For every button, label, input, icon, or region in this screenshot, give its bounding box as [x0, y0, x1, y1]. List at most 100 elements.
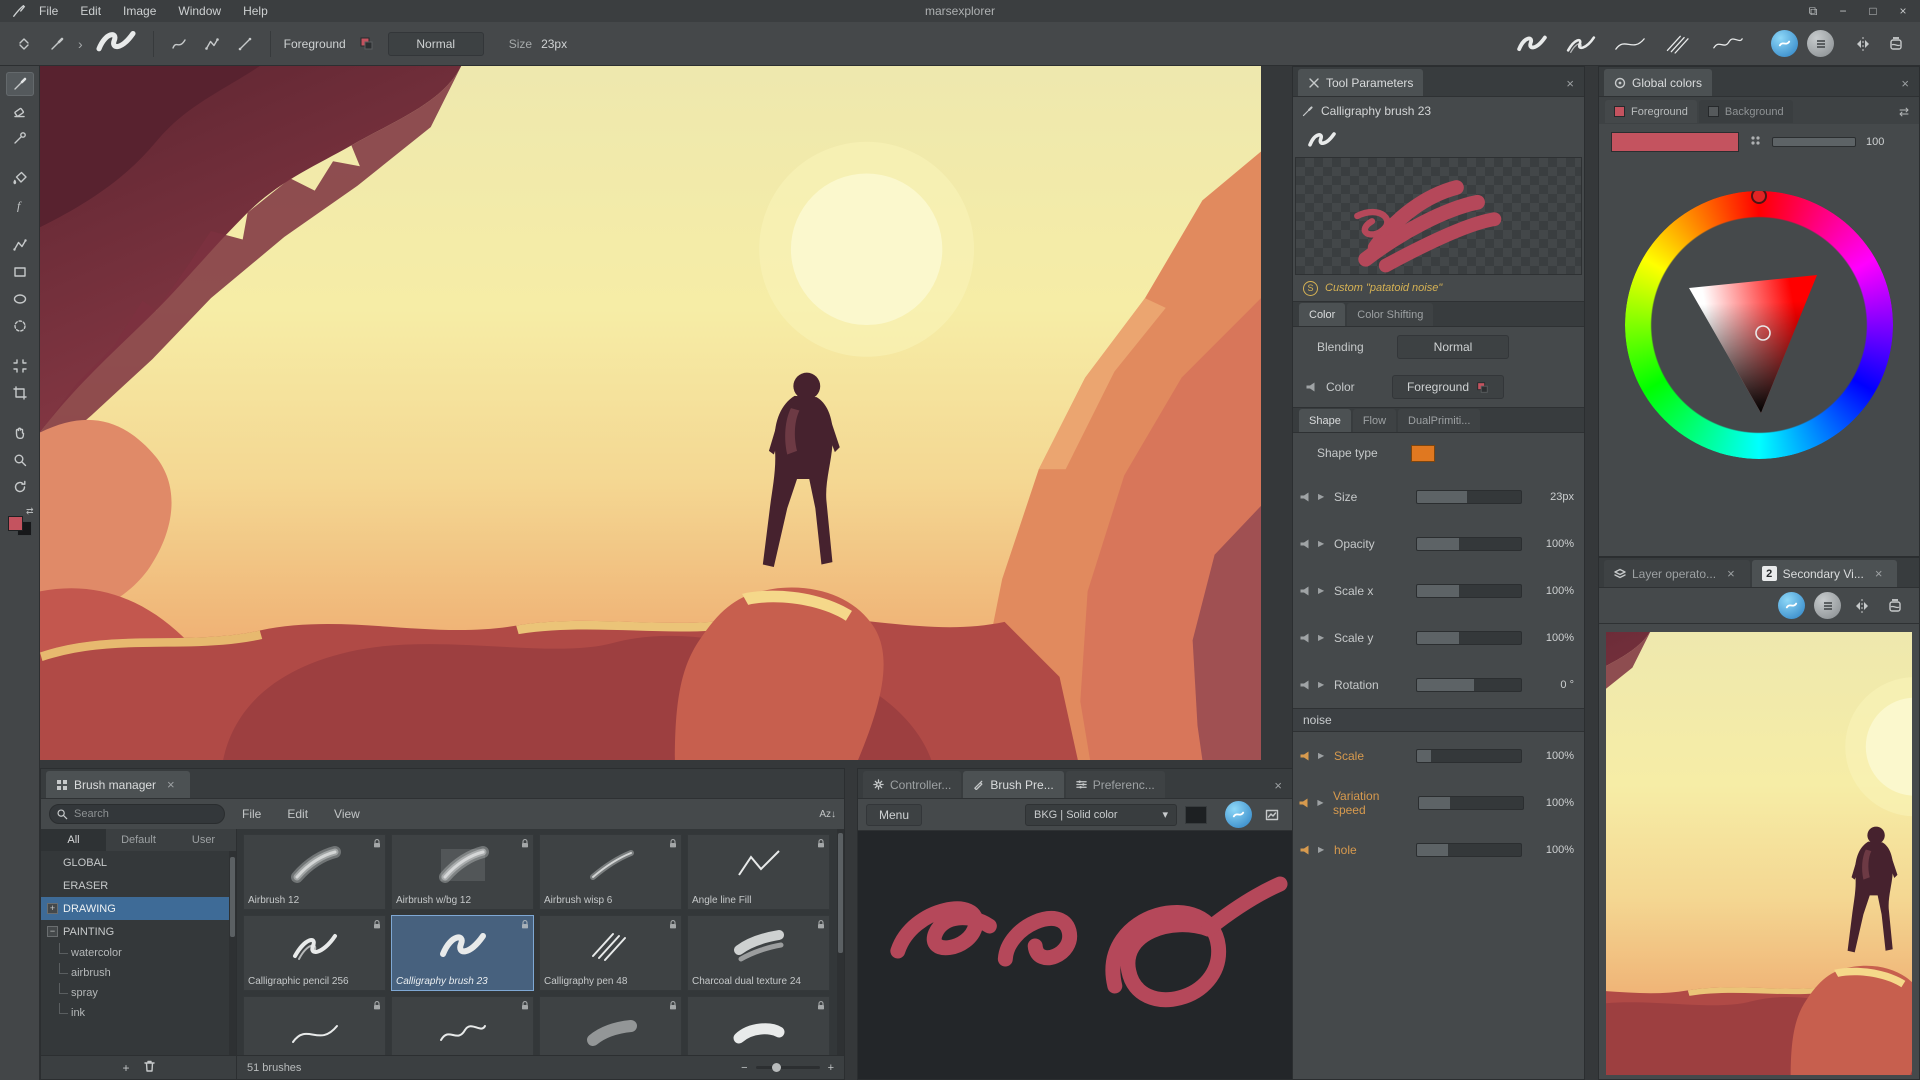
tab-color-shifting[interactable]: Color Shifting: [1347, 303, 1433, 326]
input-mapping-icon[interactable]: [1297, 491, 1312, 503]
blending-dropdown[interactable]: Normal: [1397, 335, 1509, 359]
expand-icon[interactable]: +: [47, 903, 58, 914]
grid-scrollbar[interactable]: [837, 829, 844, 1055]
bm-menu-view[interactable]: View: [325, 807, 369, 821]
favorite-brush-button-3[interactable]: [1610, 29, 1650, 59]
zoom-view-tool[interactable]: [6, 448, 34, 472]
tab-user[interactable]: User: [171, 829, 236, 851]
bm-menu-edit[interactable]: Edit: [278, 807, 317, 821]
input-mapping-icon[interactable]: [1297, 585, 1312, 597]
brush-manager-tab[interactable]: Brush manager ×: [46, 771, 190, 798]
menu-help[interactable]: Help: [232, 0, 279, 22]
tab-secondary-view[interactable]: 2 Secondary Vi... ×: [1752, 560, 1898, 587]
favorite-brush-button-2[interactable]: [1561, 29, 1601, 59]
straight-line-mode-icon[interactable]: [233, 32, 257, 56]
global-colors-tab[interactable]: Global colors: [1604, 69, 1712, 96]
favorite-brush-button-1[interactable]: [1512, 29, 1552, 59]
symmetry-setup-tool[interactable]: [6, 314, 34, 338]
foreground-swatch[interactable]: [8, 516, 23, 531]
custom-input-row[interactable]: S Custom "patatoid noise": [1293, 275, 1584, 301]
scale-x-slider[interactable]: [1416, 584, 1522, 598]
tab-dualprimitive[interactable]: DualPrimiti...: [1398, 409, 1480, 432]
color-source-dropdown[interactable]: Foreground: [1392, 375, 1504, 399]
tab-all[interactable]: All: [41, 829, 106, 851]
crop-tool[interactable]: [6, 381, 34, 405]
menu-window[interactable]: Window: [167, 0, 232, 22]
brush-card[interactable]: [687, 996, 830, 1055]
tab-preferences[interactable]: Preferenc...: [1066, 771, 1165, 798]
close-window-button[interactable]: ×: [1896, 4, 1910, 19]
close-icon[interactable]: ×: [1561, 76, 1579, 91]
panel-layout-button[interactable]: [1807, 30, 1834, 57]
input-mapping-icon[interactable]: [1297, 750, 1312, 762]
favorite-brush-button-5[interactable]: [1708, 29, 1748, 59]
panel-layout-button[interactable]: [1814, 592, 1841, 619]
tab-default[interactable]: Default: [106, 829, 171, 851]
delete-group-icon[interactable]: [144, 1060, 155, 1075]
opacity-slider[interactable]: [1416, 537, 1522, 551]
scale-y-slider[interactable]: [1416, 631, 1522, 645]
brush-card[interactable]: Airbrush w/bg 12: [391, 834, 534, 910]
close-icon[interactable]: ×: [1269, 778, 1287, 793]
input-mapping-icon[interactable]: [1297, 679, 1312, 691]
expander-icon[interactable]: ▶: [1318, 680, 1328, 689]
group-airbrush[interactable]: airbrush: [41, 963, 236, 983]
preview-menu-button[interactable]: Menu: [866, 804, 922, 826]
tab-brush-preview[interactable]: Brush Pre...: [963, 771, 1063, 798]
zoom-in-button[interactable]: +: [828, 1062, 834, 1074]
brush-card[interactable]: Airbrush wisp 6: [539, 834, 682, 910]
brush-card[interactable]: [243, 996, 386, 1055]
sv-triangle[interactable]: [1659, 225, 1859, 425]
brush-card[interactable]: Angle line Fill: [687, 834, 830, 910]
eraser-tool[interactable]: [6, 99, 34, 123]
group-watercolor[interactable]: watercolor: [41, 943, 236, 963]
group-painting[interactable]: −PAINTING: [41, 920, 236, 943]
scratchpad-button[interactable]: [1771, 30, 1798, 57]
expander-icon[interactable]: ▶: [1318, 539, 1328, 548]
size-value[interactable]: 23px: [541, 37, 567, 51]
expander-icon[interactable]: ▶: [1318, 586, 1328, 595]
collapse-icon[interactable]: −: [47, 926, 58, 937]
close-icon[interactable]: ×: [1722, 566, 1740, 581]
value-slider[interactable]: [1772, 137, 1856, 147]
expander-icon[interactable]: ▶: [1317, 798, 1327, 807]
input-mapping-icon[interactable]: [1297, 538, 1312, 550]
hue-marker[interactable]: [1751, 188, 1767, 204]
expander-icon[interactable]: ▶: [1318, 492, 1328, 501]
freehand-mode-icon[interactable]: [167, 32, 191, 56]
size-slider[interactable]: [1416, 490, 1522, 504]
brush-preview-canvas[interactable]: [858, 831, 1292, 1079]
close-icon[interactable]: ×: [162, 777, 180, 792]
fill-bucket-tool[interactable]: [6, 166, 34, 190]
frame-icon[interactable]: [1260, 803, 1284, 827]
group-global[interactable]: GLOBAL: [41, 851, 236, 874]
tab-background[interactable]: Background: [1699, 100, 1793, 123]
swap-colors-icon[interactable]: ⇄: [1899, 105, 1913, 119]
brush-card[interactable]: Calligraphic pencil 256: [243, 915, 386, 991]
pan-view-tool[interactable]: [6, 421, 34, 445]
rotation-slider[interactable]: [1416, 678, 1522, 692]
symmetry-icon[interactable]: [1850, 594, 1874, 618]
tool-parameters-tab[interactable]: Tool Parameters: [1298, 69, 1423, 96]
variation-speed-slider[interactable]: [1418, 796, 1524, 810]
current-color-bar[interactable]: [1611, 132, 1739, 152]
inking-tool[interactable]: [6, 126, 34, 150]
blend-mode-dropdown[interactable]: Normal: [388, 32, 484, 56]
shape-type-swatch[interactable]: [1411, 445, 1435, 462]
sort-icon[interactable]: Az↓: [819, 809, 836, 820]
sidebar-scrollbar[interactable]: [229, 851, 236, 1055]
tab-shape[interactable]: Shape: [1299, 409, 1351, 432]
brush-tool-icon[interactable]: [45, 32, 69, 56]
menu-image[interactable]: Image: [112, 0, 167, 22]
zoom-slider[interactable]: [756, 1066, 820, 1069]
search-input[interactable]: [49, 804, 225, 824]
close-icon[interactable]: ×: [1870, 566, 1888, 581]
add-group-button[interactable]: +: [122, 1061, 129, 1075]
frame-edit-tool[interactable]: [6, 354, 34, 378]
tab-flow[interactable]: Flow: [1353, 409, 1396, 432]
brush-card-selected[interactable]: Calligraphy brush 23: [391, 915, 534, 991]
connected-lines-mode-icon[interactable]: [200, 32, 224, 56]
tab-color[interactable]: Color: [1299, 303, 1345, 326]
toolbar-overflow-icon[interactable]: [12, 32, 36, 56]
scratchpad-button[interactable]: [1778, 592, 1805, 619]
